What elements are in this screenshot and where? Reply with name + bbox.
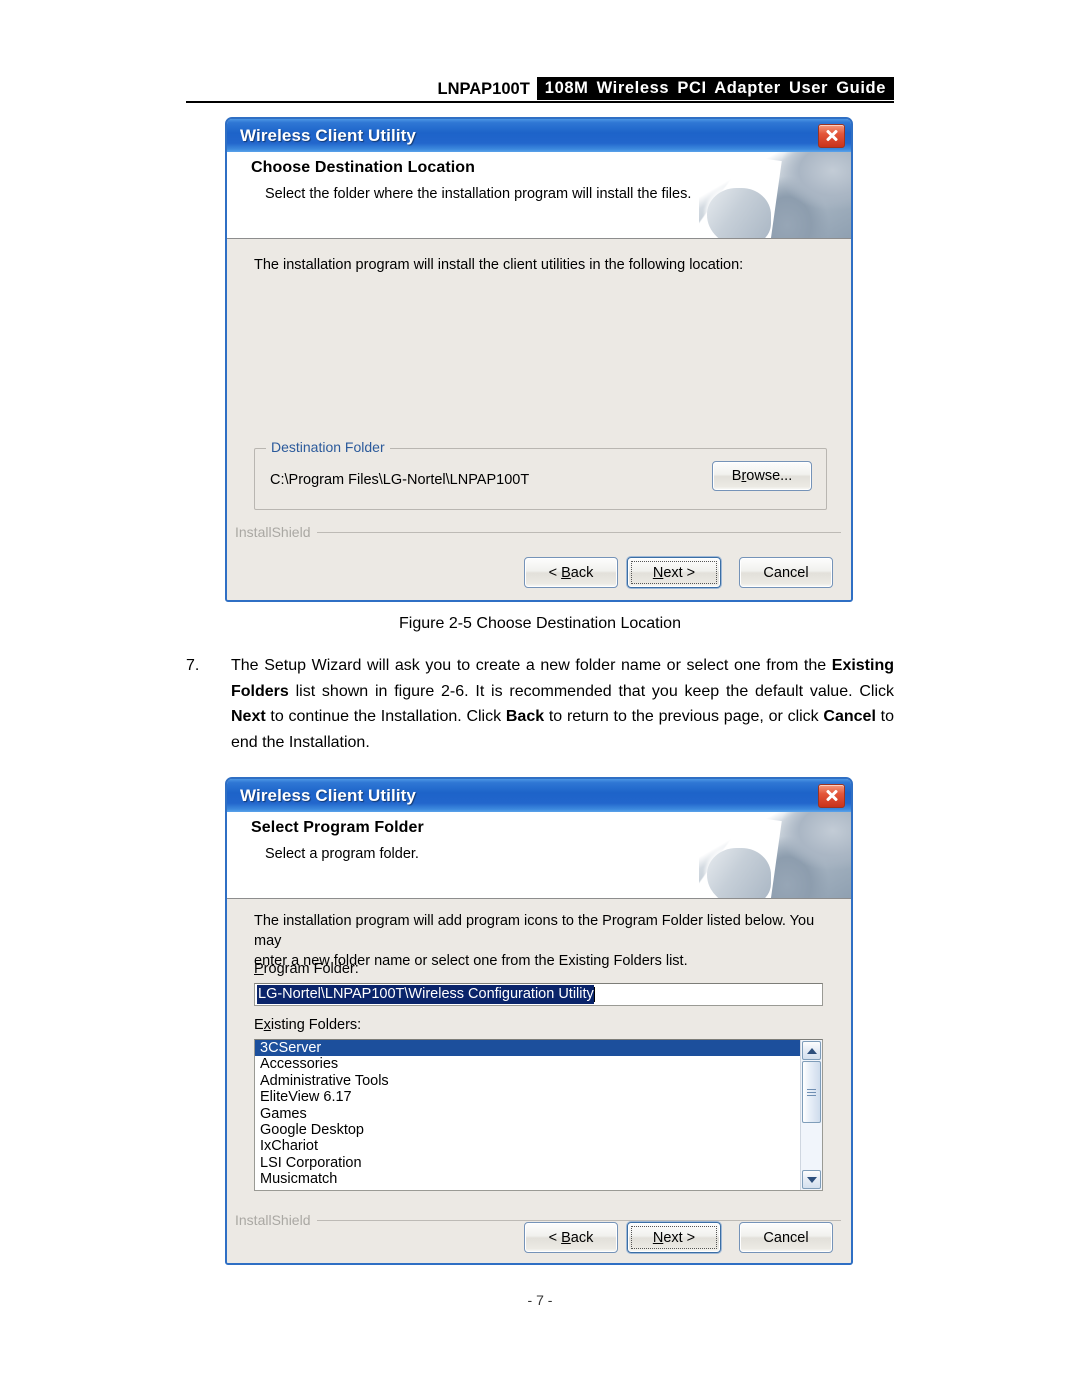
dialog1-button-row: < Back Next > Cancel	[524, 557, 833, 588]
dialog2-banner-subtitle: Select a program folder.	[265, 846, 419, 862]
next-button[interactable]: Next >	[627, 557, 721, 588]
figure-2-5-caption: Figure 2-5 Choose Destination Location	[399, 615, 681, 632]
dialog2-button-row: < Back Next > Cancel	[524, 1222, 833, 1253]
footer-divider	[316, 531, 841, 533]
close-icon[interactable]	[818, 783, 845, 808]
list-item[interactable]: 3CServer	[255, 1040, 800, 1057]
back-button[interactable]: < Back	[524, 557, 618, 588]
list-item[interactable]: Musicmatch	[255, 1171, 800, 1187]
back-button-label: < Back	[548, 564, 594, 581]
dialog-choose-destination-location: Wireless Client Utility Choose Destinati…	[225, 117, 853, 602]
close-icon[interactable]	[818, 123, 845, 148]
dialog1-title: Wireless Client Utility	[240, 125, 416, 145]
next-button-label: Next >	[652, 564, 696, 581]
browse-button[interactable]: Browse...	[712, 461, 812, 491]
document-header: LNPAP100T 108M Wireless PCI Adapter User…	[186, 66, 894, 100]
browse-button-label: Browse...	[731, 468, 793, 484]
listbox-vertical-scrollbar[interactable]	[800, 1040, 822, 1190]
dialog2-title: Wireless Client Utility	[240, 785, 416, 805]
dialog1-titlebar: Wireless Client Utility	[227, 119, 851, 152]
document-title-banner: 108M Wireless PCI Adapter User Guide	[536, 76, 894, 100]
dialog1-content: The installation program will install th…	[227, 239, 851, 600]
destination-folder-group: Destination Folder C:\Program Files\LG-N…	[254, 439, 827, 510]
dialog1-banner: Choose Destination Location Select the f…	[227, 152, 851, 239]
scrollbar-thumb[interactable]	[802, 1061, 821, 1123]
destination-folder-path: C:\Program Files\LG-Nortel\LNPAP100T	[270, 472, 530, 488]
text-caret	[593, 987, 595, 1002]
scroll-up-icon[interactable]	[802, 1041, 821, 1060]
list-item[interactable]: IxChariot	[255, 1138, 800, 1154]
list-item[interactable]: Games	[255, 1106, 800, 1122]
header-divider	[186, 101, 894, 103]
dialog-select-program-folder: Wireless Client Utility Select Program F…	[225, 777, 853, 1265]
next-button-label: Next >	[652, 1229, 696, 1246]
back-button[interactable]: < Back	[524, 1222, 618, 1253]
cancel-button[interactable]: Cancel	[739, 557, 833, 588]
existing-folders-label: Existing Folders:	[254, 1017, 362, 1033]
program-folder-input[interactable]: LG-Nortel\LNPAP100T\Wireless Configurati…	[254, 983, 823, 1006]
next-button[interactable]: Next >	[627, 1222, 721, 1253]
dialog1-banner-title: Choose Destination Location	[251, 159, 476, 176]
dialog2-banner-title: Select Program Folder	[251, 819, 424, 836]
banner-artwork-icon	[699, 152, 851, 238]
installshield-brand-label: InstallShield	[235, 524, 311, 540]
list-item[interactable]: EliteView 6.17	[255, 1089, 800, 1105]
document-model-label: LNPAP100T	[437, 79, 530, 98]
dialog1-body-text: The installation program will install th…	[254, 257, 744, 273]
dialog1-banner-subtitle: Select the folder where the installation…	[265, 186, 692, 202]
dialog1-installshield-footer: InstallShield	[227, 524, 851, 540]
banner-artwork-icon	[699, 812, 851, 898]
existing-folders-listbox[interactable]: 3CServer Accessories Administrative Tool…	[254, 1039, 823, 1191]
cancel-button-label: Cancel	[763, 564, 809, 581]
list-item[interactable]: Google Desktop	[255, 1122, 800, 1138]
program-folder-value: LG-Nortel\LNPAP100T\Wireless Configurati…	[257, 985, 594, 1004]
cancel-button[interactable]: Cancel	[739, 1222, 833, 1253]
existing-folders-items: 3CServer Accessories Administrative Tool…	[255, 1040, 800, 1188]
list-item[interactable]: LSI Corporation	[255, 1155, 800, 1171]
step-7-text: The Setup Wizard will ask you to create …	[231, 657, 894, 751]
dialog2-content: The installation program will add progra…	[227, 899, 851, 1263]
program-folder-label: Program Folder:	[254, 961, 359, 977]
scroll-down-icon[interactable]	[802, 1170, 821, 1189]
footer-divider	[316, 1219, 841, 1221]
installshield-brand-label: InstallShield	[235, 1212, 311, 1228]
step-7-paragraph: 7. The Setup Wizard will ask you to crea…	[186, 653, 894, 755]
dialog2-body-line1: The installation program will add progra…	[254, 913, 815, 949]
step-7-number: 7.	[186, 657, 200, 674]
destination-folder-legend: Destination Folder	[266, 439, 390, 455]
dialog2-banner: Select Program Folder Select a program f…	[227, 812, 851, 899]
list-item[interactable]: Administrative Tools	[255, 1073, 800, 1089]
list-item[interactable]: Accessories	[255, 1056, 800, 1072]
page-number: - 7 -	[527, 1292, 553, 1308]
cancel-button-label: Cancel	[763, 1229, 809, 1246]
dialog2-titlebar: Wireless Client Utility	[227, 779, 851, 812]
back-button-label: < Back	[548, 1229, 594, 1246]
